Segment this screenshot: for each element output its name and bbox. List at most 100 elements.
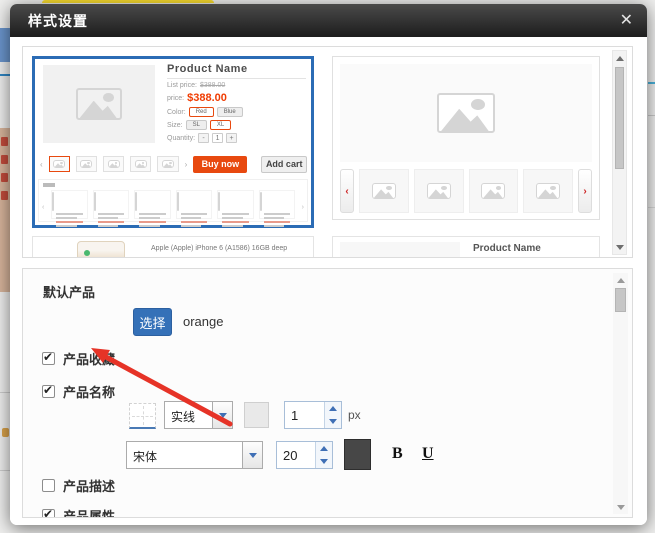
thumbnail bbox=[414, 169, 464, 213]
quantity-label: Quantity: bbox=[167, 135, 195, 142]
checkbox-product-description[interactable] bbox=[42, 479, 55, 492]
product-name: Product Name bbox=[167, 63, 306, 79]
checkbox-product-name[interactable] bbox=[42, 385, 55, 398]
quantity-plus-button: + bbox=[226, 133, 237, 143]
border-side-picker[interactable] bbox=[129, 403, 156, 429]
price-label: price: bbox=[167, 95, 184, 102]
close-icon[interactable]: ✕ bbox=[620, 13, 633, 29]
template-option-partial-right[interactable]: Product Name List price: $388.00 bbox=[332, 236, 600, 258]
background-right-blue-line bbox=[648, 82, 655, 84]
product-name: Product Name bbox=[473, 243, 585, 258]
related-prev-icon: ‹ bbox=[42, 204, 44, 211]
stepper-down-icon[interactable] bbox=[316, 455, 332, 468]
form-scrollbar[interactable] bbox=[613, 273, 628, 514]
price-value: $388.00 bbox=[187, 92, 227, 104]
template-option-partial-left[interactable]: Apple (Apple) iPhone 6 (A1586) 16GB deep bbox=[32, 236, 314, 258]
background-gold-dot bbox=[2, 428, 9, 437]
size-option-xl: XL bbox=[210, 120, 231, 130]
bold-button[interactable]: B bbox=[392, 445, 403, 463]
checkbox-label: 产品描述 bbox=[63, 476, 115, 495]
dialog-body: Product Name List price: $388.00 price: … bbox=[10, 37, 647, 525]
thumbnail bbox=[359, 169, 409, 213]
template-gallery-panel: Product Name List price: $388.00 price: … bbox=[22, 46, 633, 258]
related-next-icon: › bbox=[302, 204, 304, 211]
background-highlight-line bbox=[42, 0, 214, 3]
thumbnail bbox=[130, 156, 151, 172]
underline-button[interactable]: U bbox=[422, 445, 434, 463]
stepper-down-icon[interactable] bbox=[325, 415, 341, 428]
template-option-gallery[interactable]: ‹ › bbox=[332, 56, 600, 220]
font-size-input[interactable] bbox=[277, 442, 315, 468]
carousel-prev-button: ‹ bbox=[340, 169, 354, 213]
selected-product-value: orange bbox=[183, 314, 223, 329]
thumbnail bbox=[76, 156, 97, 172]
product-image-placeholder bbox=[340, 64, 592, 162]
chevron-down-icon[interactable] bbox=[212, 402, 232, 428]
image-placeholder-icon bbox=[76, 88, 122, 120]
thumbnail-selected bbox=[49, 156, 70, 172]
thumbnail bbox=[523, 169, 573, 213]
background-divider bbox=[648, 207, 655, 208]
font-color-swatch[interactable] bbox=[344, 439, 371, 470]
chevron-down-icon[interactable] bbox=[242, 442, 262, 468]
border-width-stepper[interactable] bbox=[284, 401, 342, 429]
thumbnail-carousel: ‹ › bbox=[340, 169, 592, 215]
border-color-swatch[interactable] bbox=[244, 402, 269, 428]
scroll-up-icon[interactable] bbox=[613, 273, 628, 287]
font-family-value: 宋体 bbox=[127, 442, 242, 468]
select-product-button[interactable]: 选择 bbox=[133, 308, 172, 336]
scroll-up-icon[interactable] bbox=[613, 51, 626, 65]
style-settings-dialog: 样式设置 ✕ Product Name List price: $388.00 … bbox=[10, 4, 647, 525]
related-product-card bbox=[259, 190, 296, 219]
gallery-scrollbar[interactable] bbox=[612, 50, 627, 255]
scroll-down-icon[interactable] bbox=[613, 500, 628, 514]
iphone-product-image bbox=[77, 241, 125, 258]
carousel-next-button: › bbox=[578, 169, 592, 213]
product-image-placeholder bbox=[340, 242, 460, 258]
thumbnail bbox=[157, 156, 178, 172]
font-size-stepper[interactable] bbox=[276, 441, 333, 469]
option-row-attributes: 产品属性 bbox=[42, 506, 115, 518]
option-row-name: 产品名称 bbox=[42, 382, 115, 401]
list-price-label: List price: bbox=[167, 82, 197, 89]
product-title: Apple (Apple) iPhone 6 (A1586) 16GB deep bbox=[151, 245, 287, 252]
border-style-dropdown[interactable]: 实线 bbox=[164, 401, 233, 429]
scroll-down-icon[interactable] bbox=[613, 240, 626, 254]
checkbox-label: 产品名称 bbox=[63, 382, 115, 401]
background-left-blue-block bbox=[0, 28, 10, 62]
quantity-minus-button: - bbox=[198, 133, 209, 143]
settings-form-panel: 默认产品 选择 orange 产品收藏 产品名称 实线 bbox=[22, 268, 633, 518]
thumbnail bbox=[469, 169, 519, 213]
image-placeholder-icon bbox=[437, 93, 495, 133]
template-option-selected[interactable]: Product Name List price: $388.00 price: … bbox=[32, 56, 314, 228]
stepper-up-icon[interactable] bbox=[325, 402, 341, 415]
dialog-title: 样式设置 bbox=[10, 11, 88, 31]
background-divider bbox=[0, 470, 10, 471]
thumb-next-icon: › bbox=[185, 160, 188, 169]
product-info: Product Name List price: $388.00 price: … bbox=[167, 63, 306, 143]
color-label: Color: bbox=[167, 109, 186, 116]
product-image-placeholder bbox=[43, 65, 155, 143]
default-product-label: 默认产品 bbox=[43, 282, 95, 301]
scrollbar-thumb[interactable] bbox=[615, 67, 624, 169]
scrollbar-thumb[interactable] bbox=[615, 288, 626, 312]
thumb-prev-icon: ‹ bbox=[40, 160, 43, 169]
border-width-input[interactable] bbox=[285, 402, 324, 428]
stepper-up-icon[interactable] bbox=[316, 442, 332, 455]
option-row-description: 产品描述 bbox=[42, 476, 115, 495]
buy-now-button: Buy now bbox=[193, 156, 247, 173]
list-price-value: $388.00 bbox=[200, 82, 225, 89]
checkbox-product-favorite[interactable] bbox=[42, 352, 55, 365]
border-width-unit: px bbox=[348, 408, 361, 422]
option-row-favorite: 产品收藏 bbox=[42, 349, 115, 368]
related-product-card bbox=[134, 190, 171, 219]
related-product-card bbox=[176, 190, 213, 219]
font-family-dropdown[interactable]: 宋体 bbox=[126, 441, 263, 469]
clipped-price-text bbox=[151, 257, 243, 258]
related-product-card bbox=[217, 190, 254, 219]
checkbox-label: 产品收藏 bbox=[63, 349, 115, 368]
related-products-label bbox=[43, 183, 55, 187]
border-style-value: 实线 bbox=[165, 402, 212, 428]
dialog-header: 样式设置 ✕ bbox=[10, 4, 647, 37]
checkbox-product-attributes[interactable] bbox=[42, 509, 55, 518]
